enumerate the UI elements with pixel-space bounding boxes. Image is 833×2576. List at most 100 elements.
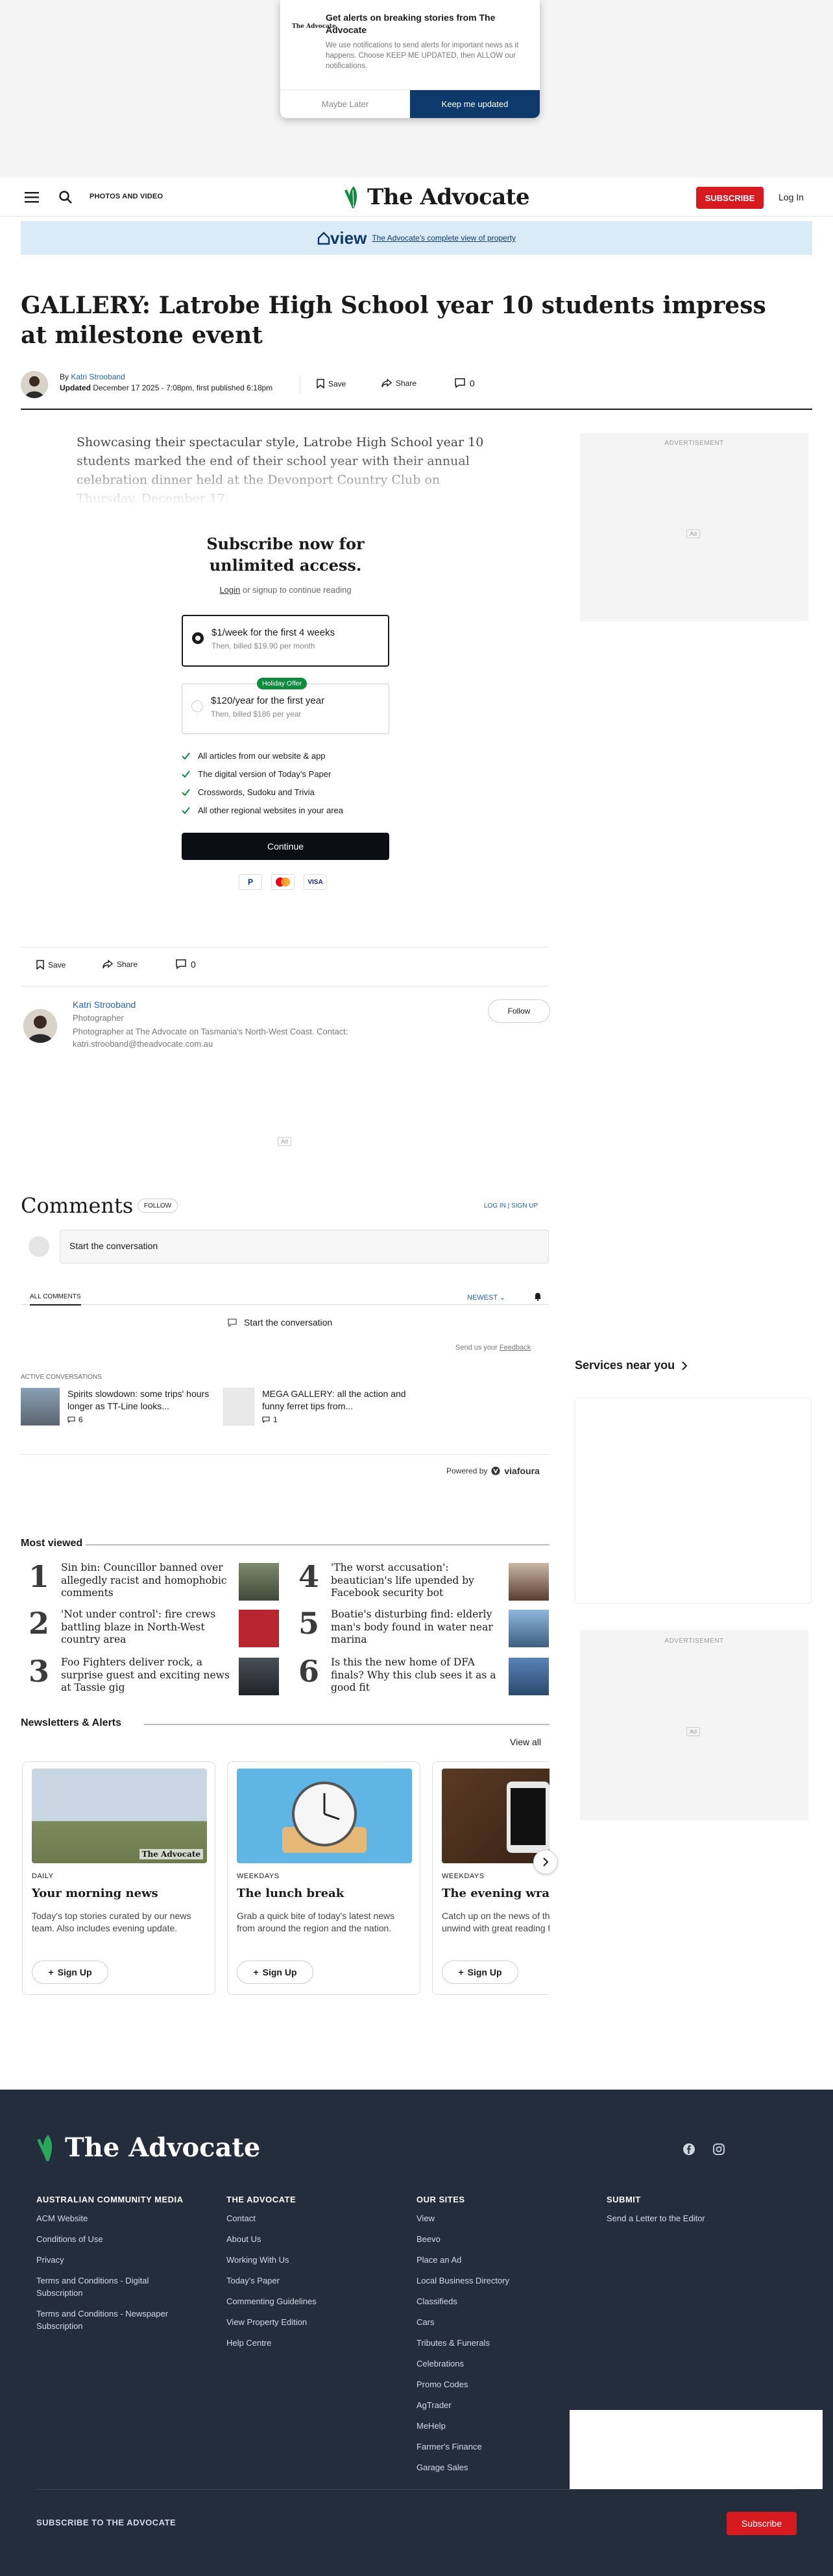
services-near-you-heading[interactable]: Services near you <box>575 1359 688 1372</box>
start-conversation-empty[interactable]: Start the conversation <box>227 1317 332 1328</box>
footer-link[interactable]: Local Business Directory <box>416 2274 598 2287</box>
newsletter-signup-button[interactable]: + Sign Up <box>442 1961 518 1984</box>
footer-link[interactable]: Promo Codes <box>416 2378 598 2391</box>
subscribe-button[interactable]: SUBSCRIBE <box>696 187 764 209</box>
footer-column-advocate: THE ADVOCATE Contact About Us Working Wi… <box>226 2195 408 2357</box>
footer-link[interactable]: Cars <box>416 2316 598 2328</box>
footer-link[interactable]: View Property Edition <box>226 2316 408 2328</box>
footer-link[interactable]: Send a Letter to the Editor <box>607 2212 788 2224</box>
author-link[interactable]: Katri Strooband <box>71 372 125 381</box>
newsletter-signup-button[interactable]: + Sign Up <box>237 1961 313 1984</box>
ad-sidebar-2[interactable]: ADVERTISEMENT Ad <box>580 1630 808 1820</box>
feedback-link[interactable]: Feedback <box>500 1344 531 1352</box>
tab-all-comments[interactable]: ALL COMMENTS <box>30 1293 81 1306</box>
author-card-name[interactable]: Katri Strooband <box>73 999 136 1010</box>
comment-bubble-icon <box>228 1318 237 1328</box>
inline-ad[interactable]: Ad <box>278 1137 292 1146</box>
footer-link[interactable]: ACM Website <box>36 2212 218 2224</box>
share-button[interactable]: Share <box>381 379 416 388</box>
footer-link[interactable]: Help Centre <box>226 2337 408 2349</box>
comments-count-button[interactable]: 0 <box>454 377 475 388</box>
footer-link[interactable]: Today's Paper <box>226 2274 408 2287</box>
most-viewed-item[interactable]: 4 'The worst accusation': beautician's li… <box>291 1559 550 1602</box>
footer-link[interactable]: View <box>416 2212 598 2224</box>
view-property-banner[interactable]: view The Advocate's complete view of pro… <box>21 221 812 255</box>
maybe-later-button[interactable]: Maybe Later <box>280 90 410 118</box>
footer-link[interactable]: Tributes & Funerals <box>416 2337 598 2349</box>
article-thumbnail <box>509 1563 549 1601</box>
article-thumbnail <box>239 1610 279 1647</box>
footer-link[interactable]: Commenting Guidelines <box>226 2295 408 2308</box>
plan-option-yearly[interactable]: Holiday Offer $120/year for the first ye… <box>182 678 389 734</box>
newsletter-signup-button[interactable]: + Sign Up <box>32 1961 108 1984</box>
viafoura-logo-icon <box>491 1466 500 1475</box>
plan-option-weekly[interactable]: $1/week for the first 4 weeks Then, bill… <box>182 615 389 667</box>
search-icon[interactable] <box>58 190 73 204</box>
carousel-next-button[interactable] <box>533 1850 558 1874</box>
services-widget[interactable] <box>575 1398 812 1604</box>
brand-name: The Advocate <box>367 184 530 210</box>
paywall-login-link[interactable]: Login <box>219 585 240 595</box>
footer-link[interactable]: About Us <box>226 2233 408 2245</box>
feature-item: The digital version of Today's Paper <box>182 769 331 779</box>
comments-title: Comments <box>21 1193 134 1218</box>
instagram-icon[interactable] <box>712 2143 725 2156</box>
footer-logo[interactable]: The Advocate <box>36 2132 260 2163</box>
bookmark-icon <box>317 379 324 388</box>
footer-link[interactable]: Classifieds <box>416 2295 598 2308</box>
feather-logo-icon <box>344 186 357 208</box>
footer-ad-slot[interactable] <box>570 2410 823 2489</box>
footer-link[interactable]: Conditions of Use <box>36 2233 218 2245</box>
view-all-newsletters-link[interactable]: View all <box>510 1737 541 1747</box>
footer-link[interactable]: Terms and Conditions - Digital Subscript… <box>36 2274 179 2299</box>
chevron-down-icon: ⌄ <box>499 1294 506 1302</box>
continue-button[interactable]: Continue <box>182 833 389 860</box>
site-logo[interactable]: The Advocate <box>344 184 530 210</box>
paywall-login-line: Login or signup to continue reading <box>219 585 352 595</box>
radio-unselected-icon <box>191 700 203 712</box>
view-banner-text[interactable]: The Advocate's complete view of property <box>372 233 516 243</box>
active-conversation-item[interactable]: Spirits slowdown: some trips' hours long… <box>21 1388 217 1425</box>
save-button[interactable]: Save <box>317 379 346 388</box>
menu-icon[interactable] <box>25 191 39 203</box>
comments-login-link[interactable]: LOG IN <box>484 1202 506 1210</box>
plus-icon: + <box>458 1967 464 1977</box>
updated-timestamp: Updated December 17 2025 - 7:08pm, first… <box>60 383 273 392</box>
newsletter-card: WEEKDAYS The evening wrap Catch up on th… <box>432 1761 549 1995</box>
user-avatar-placeholder <box>29 1236 49 1257</box>
comments-count-button-bottom[interactable]: 0 <box>175 959 196 970</box>
comment-input[interactable]: Start the conversation <box>60 1230 549 1263</box>
most-viewed-item[interactable]: 1 Sin bin: Councillor banned over alleged… <box>21 1559 280 1602</box>
comments-follow-button[interactable]: FOLLOW <box>138 1199 178 1213</box>
facebook-icon[interactable] <box>682 2143 695 2156</box>
share-button-bottom[interactable]: Share <box>103 960 138 969</box>
ad-sidebar-1[interactable]: ADVERTISEMENT Ad <box>580 433 808 621</box>
feature-item: All articles from our website & app <box>182 751 326 761</box>
save-button-bottom[interactable]: Save <box>36 960 66 970</box>
keep-me-updated-button[interactable]: Keep me updated <box>410 90 540 118</box>
most-viewed-item[interactable]: 6 Is this the new home of DFA finals? Why… <box>291 1654 550 1697</box>
bell-icon[interactable] <box>533 1292 542 1301</box>
photos-and-video-link[interactable]: PHOTOS AND VIDEO <box>90 193 163 200</box>
newsletter-image: The Advocate <box>32 1769 207 1863</box>
footer-subscribe-button[interactable]: Subscribe <box>727 2512 797 2535</box>
most-viewed-item[interactable]: 2 'Not under control': fire crews battlin… <box>21 1606 280 1649</box>
comments-signup-link[interactable]: SIGN UP <box>511 1202 538 1210</box>
login-link[interactable]: Log In <box>779 192 804 202</box>
alert-title: Get alerts on breaking stories from The … <box>326 12 496 35</box>
footer-link[interactable]: Beevo <box>416 2233 598 2245</box>
footer-link[interactable]: Celebrations <box>416 2357 598 2370</box>
footer-link[interactable]: Contact <box>226 2212 408 2224</box>
active-conversation-item[interactable]: MEGA GALLERY: all the action and funny f… <box>223 1388 411 1425</box>
footer-link[interactable]: Working With Us <box>226 2254 408 2266</box>
mastercard-icon <box>271 874 295 890</box>
sort-newest-dropdown[interactable]: NEWEST ⌄ <box>467 1293 505 1302</box>
view-logo: view <box>317 228 367 248</box>
footer-link[interactable]: Terms and Conditions - Newspaper Subscri… <box>36 2308 179 2332</box>
most-viewed-item[interactable]: 5 Boatie's disturbing find: elderly man's… <box>291 1606 550 1649</box>
site-footer: The Advocate AUSTRALIAN COMMUNITY MEDIA … <box>0 2090 833 2576</box>
follow-author-button[interactable]: Follow <box>488 999 550 1023</box>
footer-link[interactable]: Privacy <box>36 2254 218 2266</box>
most-viewed-item[interactable]: 3 Foo Fighters deliver rock, a surprise g… <box>21 1654 280 1697</box>
footer-link[interactable]: Place an Ad <box>416 2254 598 2266</box>
